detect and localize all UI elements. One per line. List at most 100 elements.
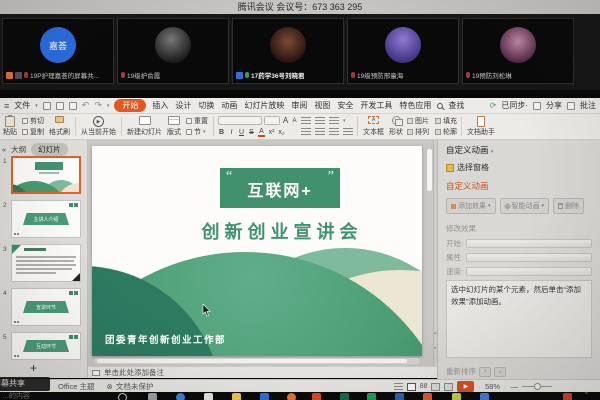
vertical-scrollbar[interactable] [426,146,433,356]
browser-icon[interactable] [176,393,185,400]
shape-button[interactable]: 形状 [388,115,404,138]
strikethrough-button[interactable]: S [248,129,255,136]
app-icon[interactable] [260,393,269,400]
horizontal-scrollbar[interactable] [94,358,420,364]
tab-slideshow[interactable]: 幻灯片放映 [243,100,285,111]
slide-footer[interactable]: 团委青年创新创业工作部 [105,332,226,346]
font-family-input[interactable] [218,116,262,125]
align-left-icon[interactable] [301,128,311,136]
next-slide-icon[interactable]: ▾ [434,345,436,350]
zoom-slider[interactable] [522,386,552,387]
tab-special[interactable]: 特色应用 [398,100,432,111]
grow-font-button[interactable]: A [282,116,289,125]
arrange-button[interactable]: 排列 [407,127,429,137]
zoom-out-button[interactable]: — [511,382,519,391]
scrollbar-thumb[interactable] [97,359,407,363]
indent-icon[interactable] [329,117,339,125]
search-icon[interactable] [118,393,127,400]
file-menu[interactable]: 文件 [14,100,30,111]
print-icon[interactable] [56,102,64,110]
participant-tile[interactable]: 嘉荟 19P护理嘉荟的屏幕共... [2,18,114,84]
format-painter-button[interactable]: 格式刷 [48,115,71,138]
tab-slides[interactable]: 幻灯片 [31,143,68,156]
property-select[interactable] [466,253,592,262]
underline-button[interactable]: U [238,129,245,136]
superscript-button[interactable]: x² [268,129,275,136]
tab-transition[interactable]: 切换 [197,100,215,111]
participant-tile[interactable]: 19级护俞霞 [117,18,229,84]
normal-view-icon[interactable] [407,383,416,391]
theme-status[interactable]: Office 主题 [58,381,95,392]
font-size-input[interactable] [264,116,280,125]
app-icon[interactable] [340,393,349,400]
slide-editor[interactable]: “ 互联网+ ” 创新创业宣讲会 团委青年创新创业工作部 [92,146,422,356]
fill-button[interactable]: 填充 [435,116,457,126]
find-button[interactable]: 查找 [448,100,464,111]
tray-expand-icon[interactable]: ^ [585,392,588,398]
slideshow-play-button[interactable]: ▶ [457,381,474,392]
media-view-icon[interactable] [444,383,453,391]
slide-thumbnail-4[interactable]: 宣讲环节 [11,288,81,326]
tab-devtools[interactable]: 开发工具 [359,100,393,111]
tab-outline[interactable]: 大纲 [11,144,26,155]
move-up-button[interactable]: ↑ [479,367,491,377]
align-center-icon[interactable] [315,128,325,136]
tab-animation[interactable]: 动画 [220,100,238,111]
speed-select[interactable] [466,267,592,276]
outline-button[interactable]: 轮廓 [435,127,457,137]
screen-share-badge[interactable]: 屏幕共享 [0,377,50,391]
slide-sorter-icon[interactable]: 88 [420,383,428,390]
add-effect-button[interactable]: 添加效果▾ [446,198,496,214]
slide-thumbnail-2[interactable]: 主讲人介绍 [11,200,81,238]
justify-icon[interactable] [343,128,353,136]
protection-status[interactable]: ⊗文档未保护 [107,381,154,392]
save-icon[interactable] [43,102,51,110]
slide-title-box[interactable]: “ 互联网+ ” [220,168,340,208]
numbered-list-icon[interactable] [315,117,325,125]
tab-security[interactable]: 安全 [336,100,354,111]
tray-app-icon[interactable] [563,393,572,400]
hamburger-icon[interactable]: ≡ [4,101,9,111]
zoom-level[interactable]: 58% [485,382,500,391]
delete-effect-button[interactable]: 删除 [553,198,584,214]
move-down-button[interactable]: ↓ [494,367,506,377]
align-right-icon[interactable] [329,128,339,136]
slide-thumbnail-3[interactable] [11,244,81,282]
subscript-button[interactable]: x₂ [278,129,285,136]
bold-button[interactable]: B [218,129,225,136]
smart-animation-button[interactable]: 智能动画▾ [500,198,550,214]
participant-tile[interactable]: 17药学36号刘晓君 [232,18,344,84]
share-button[interactable]: 分享 [546,100,562,111]
tab-home[interactable]: 开始 [114,99,146,112]
font-color-button[interactable]: A [258,128,265,137]
prev-slide-icon[interactable]: ▴ [434,330,436,335]
italic-button[interactable]: I [228,129,235,136]
redo-icon[interactable]: ↷ [94,101,102,110]
reset-button[interactable]: 重置 [186,116,208,126]
scrollbar-thumb[interactable] [426,148,433,192]
app-icon[interactable] [480,393,489,400]
picture-button[interactable]: 图片 [407,116,429,126]
doc-assistant-button[interactable]: 文档助手 [466,115,496,138]
undo-icon[interactable]: ↶ [82,101,90,110]
slide-subtitle[interactable]: 创新创业宣讲会 [150,218,414,244]
tab-design[interactable]: 设计 [174,100,192,111]
notes-toggle-icon[interactable] [394,383,403,391]
slide-thumbnail-5[interactable]: 互动环节 [11,332,81,360]
participant-tile[interactable]: 19级预防邢童海 [347,18,459,84]
excel-icon[interactable] [367,393,376,400]
word-icon[interactable] [395,393,404,400]
reading-view-icon[interactable] [431,383,440,391]
notes-bar[interactable]: 单击此处添加备注 [88,366,437,378]
slide-thumbnail-1[interactable] [11,156,81,194]
start-select[interactable] [466,239,592,248]
layout-button[interactable]: 版式 [166,115,182,138]
section-button[interactable]: 节▾ [186,127,208,137]
new-slide-button[interactable]: 新建幻灯片 [126,115,163,138]
file-explorer-icon[interactable] [232,393,241,400]
powerpoint-icon[interactable] [312,393,321,400]
add-slide-button[interactable]: + [30,362,37,374]
selection-pane-button[interactable]: 选择窗格 [446,162,600,173]
bullet-list-icon[interactable] [301,117,311,125]
shrink-font-button[interactable]: A [291,118,298,124]
